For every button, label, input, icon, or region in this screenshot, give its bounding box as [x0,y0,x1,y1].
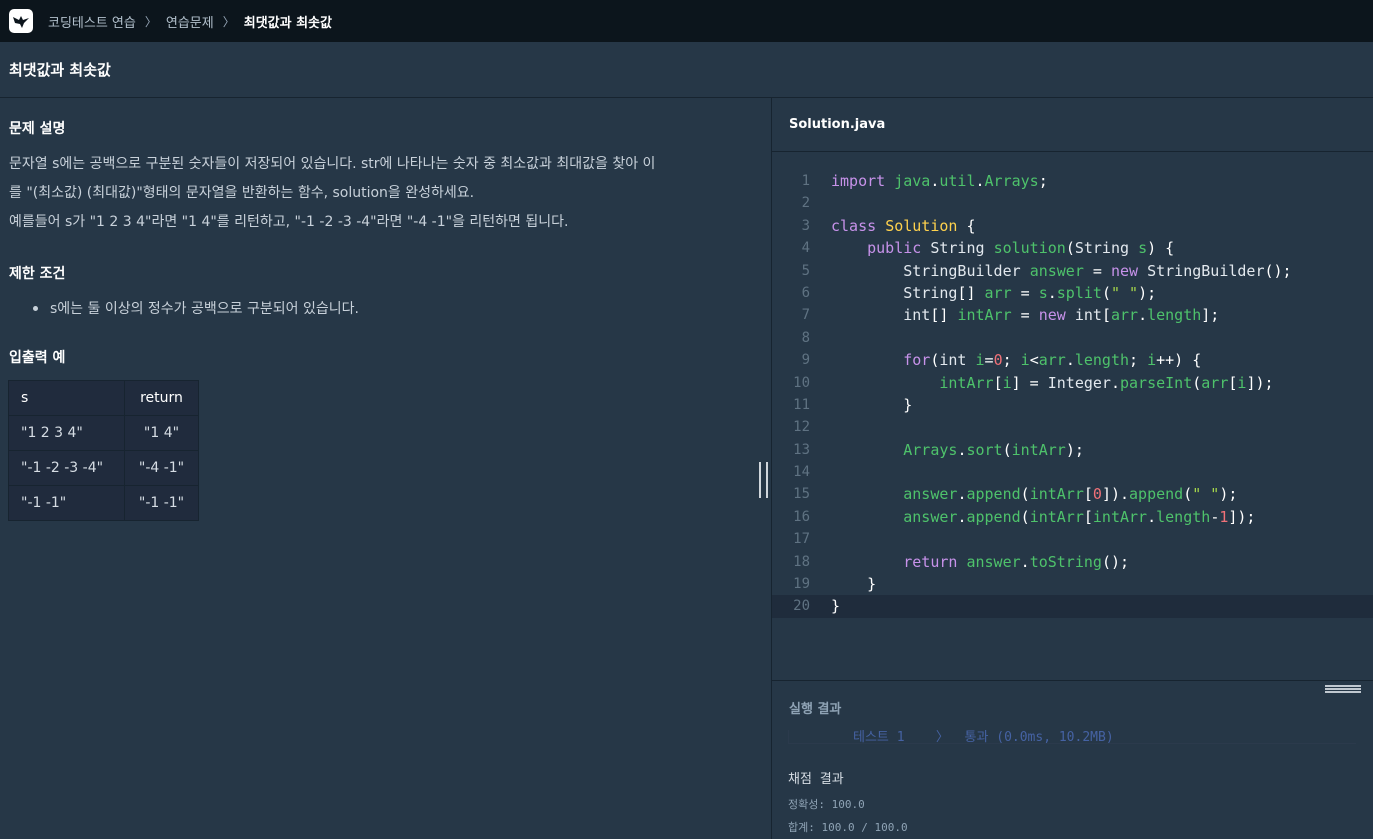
breadcrumb-coding-test[interactable]: 코딩테스트 연습 [48,12,136,31]
code-line: 14 [793,464,810,481]
result-heading: 실행 결과 [789,702,842,717]
description-text: 문자열 s에는 공백으로 구분된 숫자들이 저장되어 있습니다. str에 나타… [9,150,759,237]
table-row: "-1 -2 -3 -4" "-4 -1" [8,450,199,486]
description-heading: 문제 설명 [9,121,66,137]
table-cell: "-1 -1" [8,485,125,521]
table-row: "1 2 3 4" "1 4" [8,415,199,451]
constraints-heading: 제한 조건 [9,266,66,282]
top-navigation: 코딩테스트 연습 〉 연습문제 〉 최댓값과 최솟값 [0,0,1373,42]
result-header: 실행 결과 [772,680,1373,734]
table-cell: "-1 -1" [124,485,199,521]
table-header-row: s return [8,380,199,416]
table-cell: "1 2 3 4" [8,415,125,451]
code-line: 4 public String solution(String s) { [801,239,1175,258]
description-line: 예를들어 s가 "1 2 3 4"라면 "1 4"를 리턴하고, "-1 -2 … [9,214,569,230]
file-name: Solution.java [789,117,886,132]
table-cell: "-4 -1" [124,450,199,486]
code-line: 2 [801,195,810,212]
examples-heading: 입출력 예 [9,350,66,366]
code-line: 10 intArr[i] = Integer.parseInt(arr[i]); [793,373,1274,392]
code-editor[interactable]: 1 import java.util.Arrays; 2 3 class Solut… [772,152,1373,682]
code-line: 11 } [793,395,913,414]
table-cell: "-1 -2 -3 -4" [8,450,125,486]
table-row: "-1 -1" "-1 -1" [8,485,199,521]
accuracy-score: 정확성: 100.0 [788,798,865,811]
chevron-right-icon: 〉 [144,14,157,29]
table-cell: "1 4" [124,415,199,451]
result-resize-icon[interactable] [1325,685,1361,693]
code-line: 9 for(int i=0; i<arr.length; i++) { [801,351,1202,370]
code-line: 1 import java.util.Arrays; [801,172,1048,190]
test-case-output-cutoff: 테스트 1 〉 통과 (0.0ms, 10.2MB) [788,730,1356,744]
code-line-active: 20} [772,595,1373,618]
code-line: 13 Arrays.sort(intArr); [793,440,1084,459]
constraint-text: s에는 둘 이상의 정수가 공백으로 구분되어 있습니다. [50,301,359,317]
breadcrumb-current: 최댓값과 최솟값 [243,15,332,31]
chevron-right-icon: 〉 [222,14,235,29]
bird-icon [13,16,29,28]
constraint-item: s에는 둘 이상의 정수가 공백으로 구분되어 있습니다. [9,298,359,318]
code-line: 12 [793,419,810,436]
total-score: 합계: 100.0 / 100.0 [788,821,908,834]
problem-title-bar: 최댓값과 최솟값 [0,42,1373,98]
code-line: 3 class Solution { [801,216,976,235]
programmers-logo[interactable] [9,9,33,33]
breadcrumb-practice[interactable]: 연습문제 [166,12,214,31]
code-line: 15 answer.append(intArr[0]).append(" "); [793,485,1238,504]
code-line: 17 [793,531,810,548]
code-line: 18 return answer.toString(); [793,552,1130,571]
problem-description-panel: 문제 설명 문자열 s에는 공백으로 구분된 숫자들이 저장되어 있습니다. s… [0,98,771,839]
grading-title: 채점 결과 [788,772,844,787]
column-header-s: s [8,380,125,416]
description-line: 를 "(최소값) (최대값)"형태의 문자열을 반환하는 함수, solutio… [9,185,475,201]
code-line: 7 int[] intArr = new int[arr.length]; [801,306,1220,325]
panel-resize-handle[interactable] [759,462,768,498]
code-line: 6 String[] arr = s.split(" "); [801,283,1157,302]
description-line: 문자열 s에는 공백으로 구분된 숫자들이 저장되어 있습니다. str에 나타… [9,156,656,172]
problem-title: 최댓값과 최솟값 [9,61,111,79]
code-line: 8 [801,329,810,346]
code-line: 19 } [793,575,877,594]
examples-table: s return "1 2 3 4" "1 4" "-1 -2 -3 -4" "… [8,380,199,521]
editor-panel: Solution.java 1 import java.util.Arrays; … [771,98,1373,839]
result-output: 테스트 1 〉 통과 (0.0ms, 10.2MB) 채점 결과 정확성: 10… [772,730,1373,839]
code-line: 16 answer.append(intArr[intArr.length-1]… [793,507,1256,526]
column-header-return: return [124,380,199,416]
bullet-icon [33,305,38,311]
code-line: 5 StringBuilder answer = new StringBuild… [801,261,1292,280]
file-tab: Solution.java [772,98,1373,152]
